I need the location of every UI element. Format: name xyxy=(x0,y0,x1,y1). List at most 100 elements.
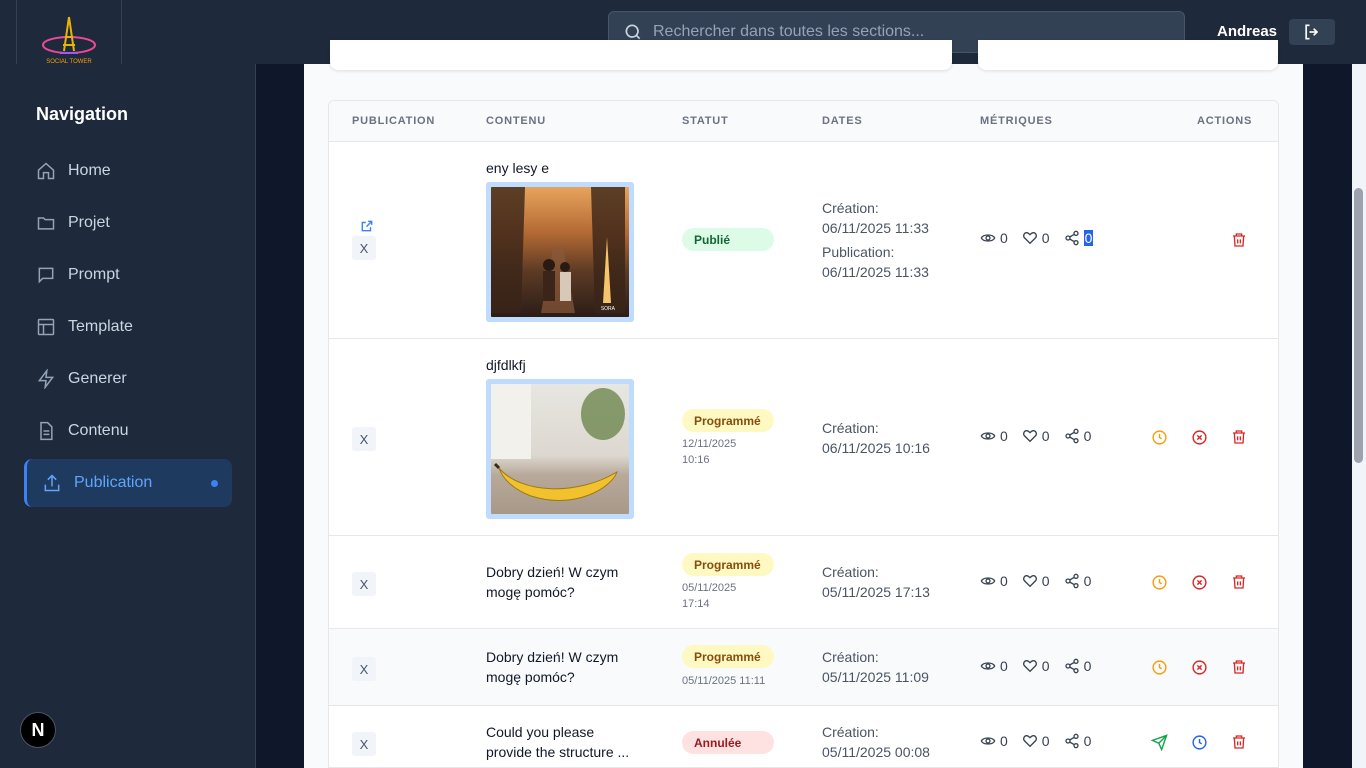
sidebar-item-label: Prompt xyxy=(68,266,120,283)
sidebar-item-projet[interactable]: Projet xyxy=(24,199,232,247)
home-icon xyxy=(36,161,56,181)
creation-label: Création: xyxy=(822,200,879,216)
table-header: PUBLICATION CONTENU STATUT DATES MÉTRIQU… xyxy=(329,101,1278,142)
share-icon xyxy=(1064,573,1079,589)
sidebar-item-prompt[interactable]: Prompt xyxy=(24,251,232,299)
views-count: 0 xyxy=(1000,573,1008,589)
trash-icon xyxy=(1233,430,1245,444)
reschedule-button[interactable] xyxy=(1150,658,1168,676)
creation-label: Création: xyxy=(822,724,879,740)
publish-now-button[interactable] xyxy=(1150,733,1168,751)
sidebar-item-label: Template xyxy=(68,318,133,335)
scheduled-datetime: 12/11/2025 10:16 xyxy=(682,436,736,468)
eiffel-tower-logo-icon: SOCIAL TOWER xyxy=(42,16,96,65)
column-header-contenu[interactable]: CONTENU xyxy=(486,115,546,127)
scheduled-time: 10:16 xyxy=(682,454,710,466)
eye-icon xyxy=(980,662,996,670)
content-text: Dobry dzień! W czym mogę pomóc? xyxy=(486,647,646,687)
scheduled-date: 12/11/2025 xyxy=(682,438,737,450)
likes-count: 0 xyxy=(1041,573,1050,589)
sidebar-item-label: Generer xyxy=(68,370,127,387)
status-badge: Annulée xyxy=(682,731,774,754)
upload-icon xyxy=(42,473,62,493)
watermark-text: SORA xyxy=(601,306,616,312)
share-icon xyxy=(1064,428,1079,444)
reschedule-button[interactable] xyxy=(1150,573,1168,591)
external-link-icon[interactable] xyxy=(360,219,374,233)
scheduled-time: 17:14 xyxy=(682,598,710,610)
column-header-publication[interactable]: PUBLICATION xyxy=(352,115,435,127)
logout-icon xyxy=(1305,24,1319,40)
sidebar-item-template[interactable]: Template xyxy=(24,303,232,351)
scheduled-date: 05/11/2025 xyxy=(682,582,737,594)
logout-button[interactable] xyxy=(1289,19,1335,45)
sidebar-item-contenu[interactable]: Contenu xyxy=(24,407,232,455)
content-text-line: mogę pomóc? xyxy=(486,584,575,600)
sidebar-item-home[interactable]: Home xyxy=(24,147,232,195)
shares-count: 0 xyxy=(1083,573,1092,589)
creation-date: 06/11/2025 11:33 xyxy=(822,220,929,236)
schedule-button[interactable] xyxy=(1190,733,1208,751)
platform-x-badge[interactable]: X xyxy=(352,427,376,451)
delete-button[interactable] xyxy=(1230,733,1248,751)
table-row: X Dobry dzień! W czym mogę pomóc? Progra… xyxy=(329,536,1278,629)
content-thumbnail[interactable] xyxy=(486,379,634,519)
views-count: 0 xyxy=(1000,428,1008,444)
creation-date: 05/11/2025 17:13 xyxy=(822,584,930,600)
platform-x-badge[interactable]: X xyxy=(352,732,376,756)
metrics: 0 0 0 xyxy=(980,230,1107,246)
status-badge: Programmé xyxy=(682,553,774,576)
cancel-button[interactable] xyxy=(1190,658,1208,676)
share-icon xyxy=(1064,733,1079,749)
delete-button[interactable] xyxy=(1230,428,1248,446)
heart-icon xyxy=(1022,734,1037,748)
cancel-button[interactable] xyxy=(1190,573,1208,591)
scheduled-datetime: 05/11/2025 17:14 xyxy=(682,580,736,612)
platform-x-badge[interactable]: X xyxy=(352,657,376,681)
clock-icon xyxy=(1151,429,1167,445)
likes-count: 0 xyxy=(1041,230,1050,246)
heart-icon xyxy=(1022,659,1037,673)
nextjs-badge[interactable]: N xyxy=(20,712,56,748)
column-header-actions[interactable]: ACTIONS xyxy=(1197,115,1252,127)
platform-x-badge[interactable]: X xyxy=(352,236,376,260)
paris-street-image: SORA xyxy=(491,187,625,313)
shares-count: 0 xyxy=(1083,428,1092,444)
views-metric: 0 xyxy=(980,573,1008,589)
metrics: 0 0 0 xyxy=(980,658,1105,674)
cancel-button[interactable] xyxy=(1190,428,1208,446)
shares-metric: 0 xyxy=(1064,658,1091,674)
delete-button[interactable] xyxy=(1230,573,1248,591)
platform-x-badge[interactable]: X xyxy=(352,572,376,596)
column-header-dates[interactable]: DATES xyxy=(822,115,862,127)
views-count: 0 xyxy=(1000,733,1008,749)
scrollbar-thumb[interactable] xyxy=(1354,188,1363,463)
layout-icon xyxy=(36,317,56,337)
delete-button[interactable] xyxy=(1230,231,1248,249)
table-row: X djfdlkfj Programmé 12/11/2025 10:16 Cr… xyxy=(329,339,1278,536)
column-header-metriques[interactable]: MÉTRIQUES xyxy=(980,115,1053,127)
sidebar-item-generer[interactable]: Generer xyxy=(24,355,232,403)
message-icon xyxy=(36,265,56,285)
likes-metric: 0 xyxy=(1022,230,1050,246)
sidebar-item-publication[interactable]: Publication xyxy=(24,459,232,507)
column-header-statut[interactable]: STATUT xyxy=(682,115,729,127)
publication-label: Publication: xyxy=(822,244,895,260)
content-text-line: provide the structure ... xyxy=(486,744,630,760)
trash-icon xyxy=(1233,660,1245,674)
stats-card xyxy=(978,40,1278,70)
views-count: 0 xyxy=(1000,658,1008,674)
reschedule-button[interactable] xyxy=(1150,428,1168,446)
active-indicator-dot xyxy=(211,480,218,487)
dates-cell: Création: 06/11/2025 10:16 xyxy=(822,418,930,458)
content-text-line: Dobry dzień! W czym xyxy=(486,564,619,580)
delete-button[interactable] xyxy=(1230,658,1248,676)
views-count: 0 xyxy=(1000,230,1008,246)
content-thumbnail[interactable]: SORA xyxy=(486,182,634,322)
heart-icon xyxy=(1022,574,1037,588)
search-input[interactable] xyxy=(653,23,1184,41)
scheduled-date: 05/11/2025 11:11 xyxy=(682,675,766,687)
sidebar-item-label: Projet xyxy=(68,214,110,231)
sidebar-item-label: Home xyxy=(68,162,111,179)
dates-cell: Création: 06/11/2025 11:33 Publication: … xyxy=(822,198,929,282)
